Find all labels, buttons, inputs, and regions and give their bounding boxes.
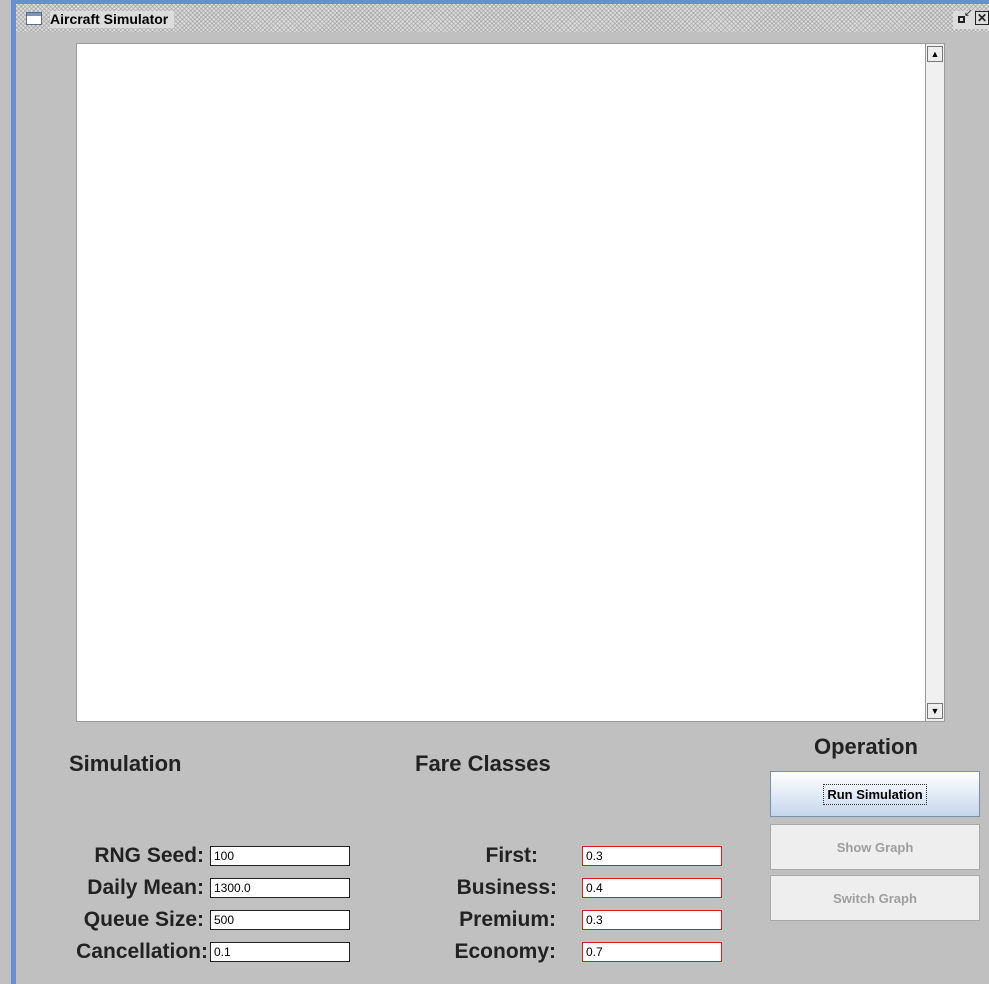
- daily-mean-label: Daily Mean:: [87, 876, 204, 899]
- cancellation-label: Cancellation:: [76, 940, 208, 963]
- queue-size-label: Queue Size:: [83, 908, 204, 931]
- vertical-scrollbar[interactable]: ▲ ▼: [925, 44, 944, 721]
- business-label: Business:: [456, 876, 557, 899]
- run-simulation-button[interactable]: Run Simulation: [770, 771, 980, 817]
- daily-mean-input[interactable]: [210, 878, 350, 898]
- first-label: First:: [485, 844, 539, 867]
- switch-graph-button[interactable]: Switch Graph: [770, 875, 980, 921]
- simulation-output-area[interactable]: ▲ ▼: [76, 43, 945, 722]
- app-window: Aircraft Simulator ✕ ▲ ▼ Simulation Fare…: [0, 0, 989, 984]
- restore-icon[interactable]: [957, 7, 972, 25]
- economy-label: Economy:: [454, 940, 556, 963]
- simulation-section-title: Simulation: [69, 751, 182, 776]
- queue-size-input[interactable]: [210, 910, 350, 930]
- close-icon[interactable]: ✕: [975, 11, 989, 25]
- business-input[interactable]: [582, 878, 722, 898]
- rng-seed-label: RNG Seed:: [94, 844, 204, 867]
- window-border-accent: [11, 0, 16, 984]
- window-icon[interactable]: [26, 12, 42, 25]
- arrow-down-icon[interactable]: ▼: [927, 703, 943, 719]
- premium-input[interactable]: [582, 910, 722, 930]
- show-graph-button[interactable]: Show Graph: [770, 824, 980, 870]
- window-title: Aircraft Simulator: [50, 11, 175, 28]
- operation-section-title: Operation: [814, 734, 918, 759]
- rng-seed-input[interactable]: [210, 846, 350, 866]
- title-bar[interactable]: Aircraft Simulator ✕: [16, 0, 989, 32]
- premium-label: Premium:: [459, 908, 556, 931]
- window-left-border: [0, 0, 16, 984]
- cancellation-input[interactable]: [210, 942, 350, 962]
- fare-classes-section-title: Fare Classes: [415, 751, 551, 776]
- arrow-up-icon[interactable]: ▲: [927, 46, 943, 62]
- run-simulation-label: Run Simulation: [823, 783, 927, 805]
- window-controls: ✕: [953, 7, 989, 29]
- economy-input[interactable]: [582, 942, 722, 962]
- first-input[interactable]: [582, 846, 722, 866]
